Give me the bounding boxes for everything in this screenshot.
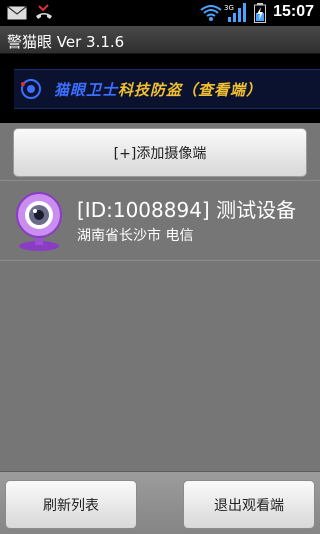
mail-icon (7, 6, 27, 20)
svg-text:3G: 3G (224, 4, 234, 12)
banner-tag: （查看端） (182, 81, 263, 99)
logo-icon (21, 79, 41, 99)
exit-viewer-button[interactable]: 退出观看端 (183, 480, 315, 529)
refresh-list-button[interactable]: 刷新列表 (5, 480, 137, 529)
device-list-item[interactable]: [ID:1008894] 测试设备 湖南省长沙市 电信 (0, 181, 320, 259)
banner-brand: 猫眼卫士 (54, 81, 119, 99)
add-camera-button[interactable]: [+]添加摄像端 (13, 128, 307, 177)
missed-call-icon (36, 4, 52, 19)
app-title: 警猫眼 Ver 3.1.6 (7, 33, 125, 51)
banner-area: 猫眼卫士科技防盗（查看端） (0, 55, 320, 123)
device-location: 湖南省长沙市 电信 (77, 228, 194, 244)
banner-slogan: 科技防盗 (118, 81, 183, 99)
divider (0, 260, 320, 261)
device-name: [ID:1008894] 测试设备 (77, 198, 297, 222)
status-bar: 3G 15:07 (0, 0, 320, 26)
signal-icon: 3G (224, 3, 246, 22)
status-clock: 15:07 (273, 3, 314, 20)
app-title-bar: 警猫眼 Ver 3.1.6 (0, 26, 320, 54)
bottom-action-bar: 刷新列表 退出观看端 (0, 471, 320, 534)
webcam-icon (16, 192, 62, 251)
brand-banner: 猫眼卫士科技防盗（查看端） (14, 69, 320, 109)
wifi-icon (200, 5, 222, 21)
battery-charging-icon (254, 3, 266, 23)
device-list-panel: [+]添加摄像端 [ID:1008894] 测试设备 湖南省长沙市 电信 (0, 123, 320, 471)
banner-text: 猫眼卫士科技防盗（查看端） (54, 79, 262, 100)
